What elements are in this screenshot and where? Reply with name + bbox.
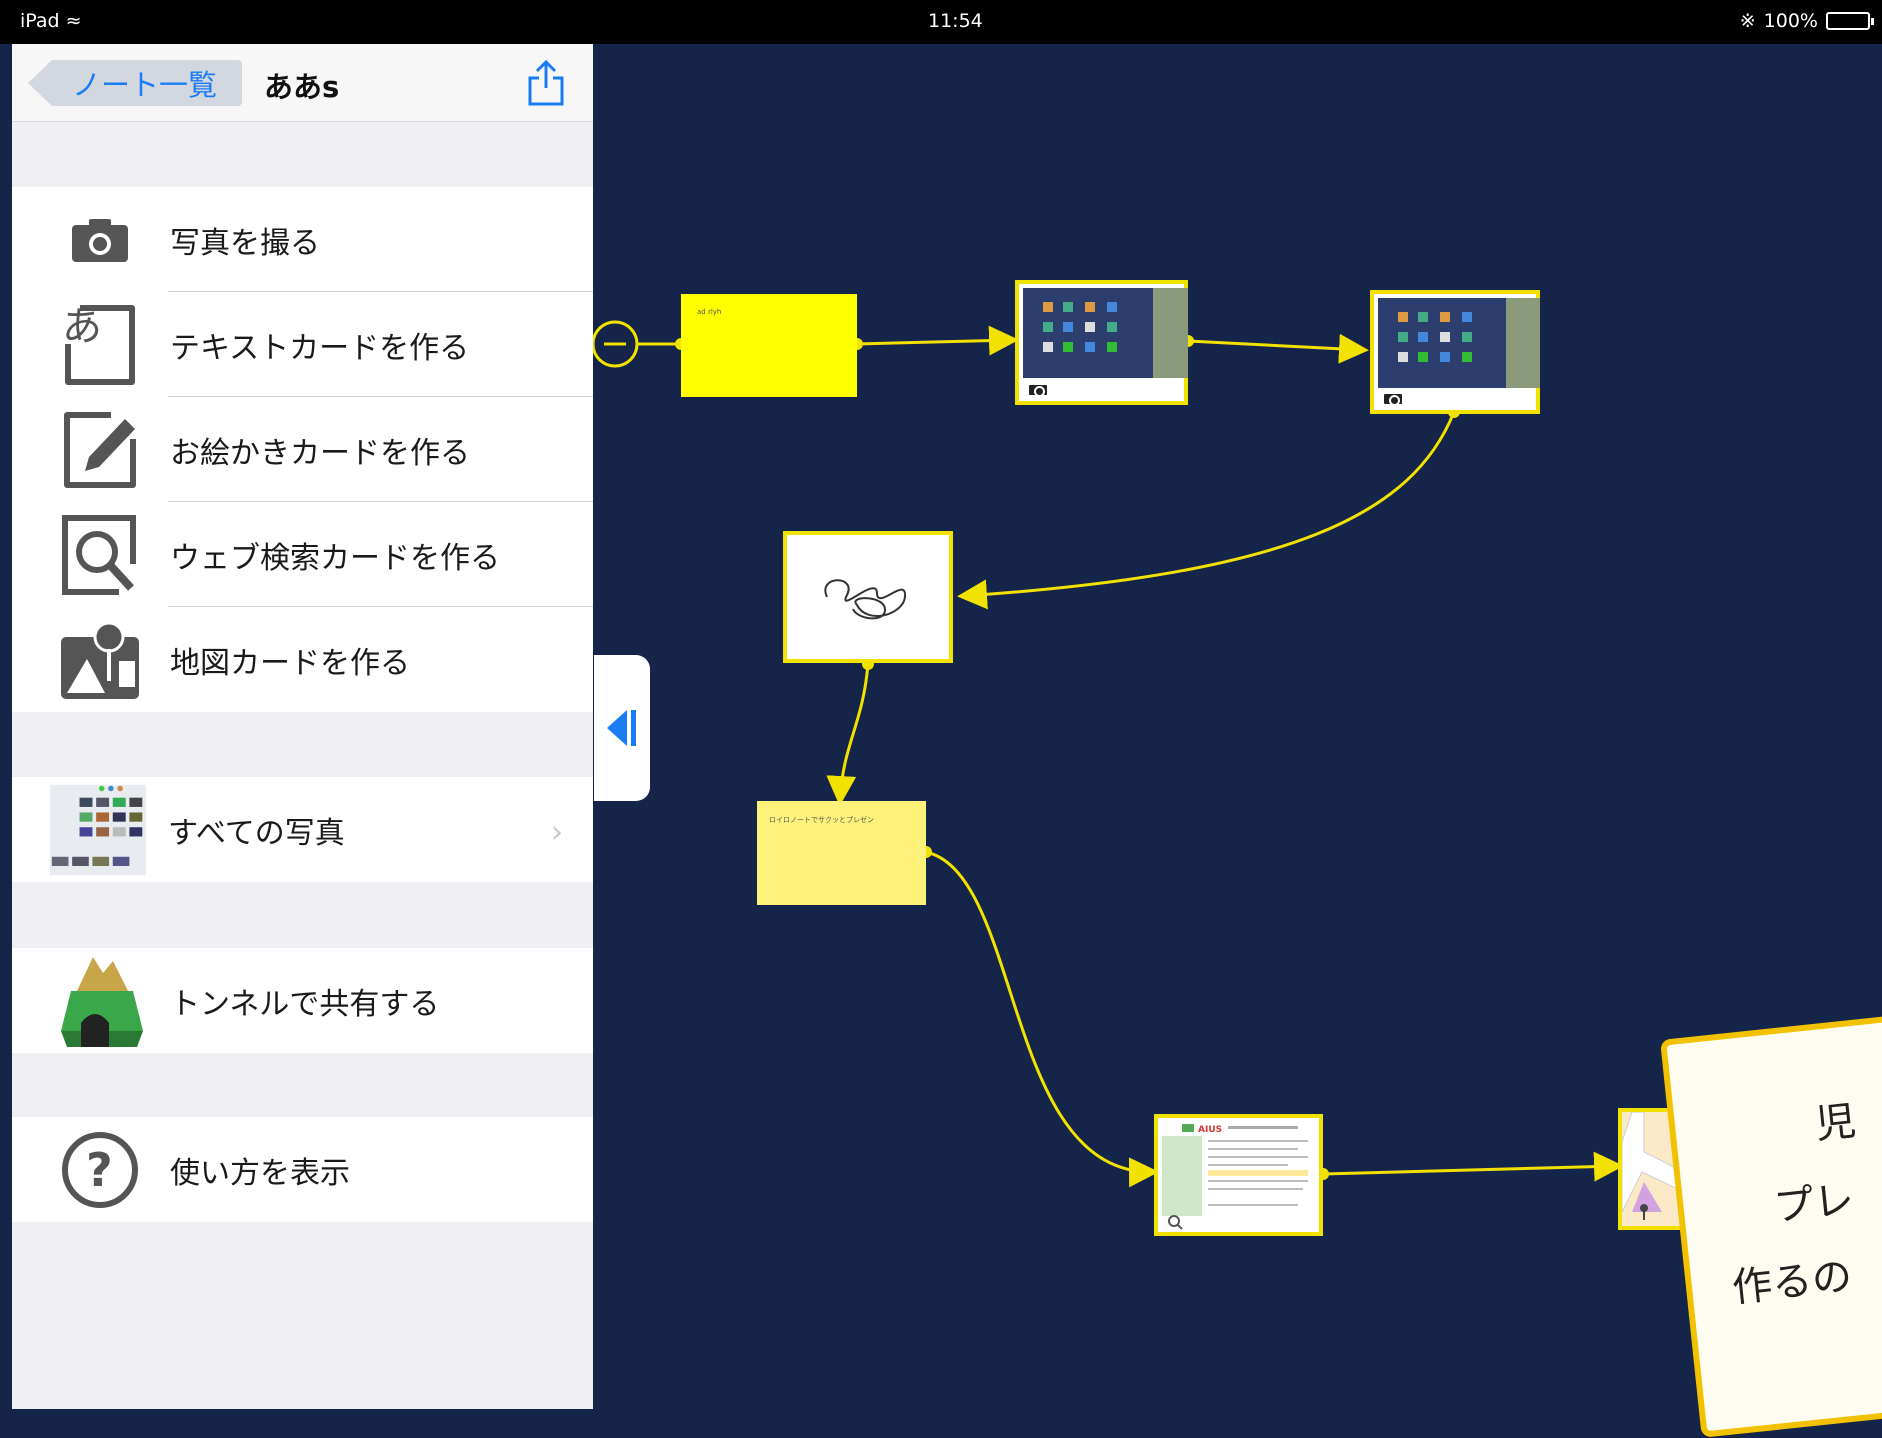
photo-card[interactable] <box>1015 280 1188 405</box>
wifi-icon: ≈ <box>65 10 82 32</box>
status-right: ※ 100% <box>1739 10 1874 32</box>
nav-bar: ノート一覧 ああs <box>12 44 593 122</box>
share-icon[interactable] <box>526 58 566 108</box>
help-icon: ? <box>52 1122 148 1218</box>
battery-icon <box>1826 12 1874 30</box>
text-card-2[interactable]: ロイロノートでサクッとプレゼン <box>757 801 926 905</box>
note-title: ああs <box>264 70 340 104</box>
help-group: ? 使い方を表示 <box>12 1117 593 1222</box>
drawing-card-row[interactable]: お絵かきカードを作る <box>12 397 593 502</box>
photos-group: すべての写真 › <box>12 777 593 882</box>
photo-thumbnail <box>50 782 146 878</box>
show-help-label: 使い方を表示 <box>170 1155 350 1191</box>
map-card-label: 地図カードを作る <box>170 645 410 681</box>
show-help-row[interactable]: ? 使い方を表示 <box>12 1117 593 1222</box>
text-card-2-content: ロイロノートでサクッとプレゼン <box>769 816 874 824</box>
callout-line-2: プレ <box>1771 1176 1857 1231</box>
web-card-row[interactable]: ウェブ検索カードを作る <box>12 502 593 607</box>
photo-card-2[interactable] <box>1370 290 1540 414</box>
callout-line-3: 作るの <box>1729 1253 1855 1312</box>
camera-icon <box>1027 383 1049 397</box>
clock: 11:54 <box>928 10 983 32</box>
device-label: iPad ≈ <box>20 10 82 32</box>
web-page-preview: AIUS <box>1158 1118 1319 1232</box>
all-photos-row[interactable]: すべての写真 › <box>12 777 593 882</box>
bluetooth-icon: ※ <box>1739 10 1756 32</box>
back-button-label: ノート一覧 <box>72 68 218 102</box>
camera-icon <box>52 192 148 288</box>
svg-text:?: ? <box>86 1143 113 1197</box>
map-card-row[interactable]: 地図カードを作る <box>12 607 593 712</box>
text-card-label: テキストカードを作る <box>170 330 470 366</box>
web-search-icon <box>52 507 148 603</box>
photo-image <box>1023 288 1188 378</box>
battery-percent: 100% <box>1763 10 1818 32</box>
map-pin-icon <box>52 612 148 708</box>
svg-text:あ: あ <box>62 304 102 350</box>
callout-line-1: 児 <box>1813 1098 1858 1149</box>
text-card[interactable]: ad rlyh <box>681 294 857 397</box>
back-button[interactable]: ノート一覧 <box>28 60 242 106</box>
tunnel-share-label: トンネルで共有する <box>170 986 440 1022</box>
web-card[interactable]: AIUS <box>1154 1114 1323 1236</box>
sidebar: ノート一覧 ああs 写真を撮る あ テキストカードを作る お絵かきカードを作る … <box>12 44 593 1409</box>
text-card-content: ad rlyh <box>697 308 722 316</box>
text-card-icon: あ <box>52 297 148 393</box>
share-group: トンネルで共有する <box>12 948 593 1053</box>
status-bar: iPad ≈ 11:54 ※ 100% <box>0 0 1882 44</box>
drawing-card-label: お絵かきカードを作る <box>170 435 470 471</box>
camera-icon <box>1382 392 1404 406</box>
tunnel-icon <box>52 953 148 1049</box>
device-name: iPad <box>20 10 60 32</box>
take-photo-label: 写真を撮る <box>170 225 320 261</box>
all-photos-label: すべての写真 <box>168 815 345 851</box>
create-card-group: 写真を撮る あ テキストカードを作る お絵かきカードを作る ウェブ検索カードを作… <box>12 187 593 712</box>
pencil-icon <box>52 402 148 498</box>
svg-text:AIUS: AIUS <box>1198 1125 1222 1135</box>
drawing-card[interactable] <box>783 531 953 663</box>
text-card-row[interactable]: あ テキストカードを作る <box>12 292 593 397</box>
photo-image <box>1378 298 1540 388</box>
chevron-right-icon: › <box>551 815 563 850</box>
scribble-drawing <box>824 579 907 620</box>
web-card-label: ウェブ検索カードを作る <box>170 540 500 576</box>
take-photo-row[interactable]: 写真を撮る <box>12 187 593 292</box>
tunnel-share-row[interactable]: トンネルで共有する <box>12 948 593 1053</box>
